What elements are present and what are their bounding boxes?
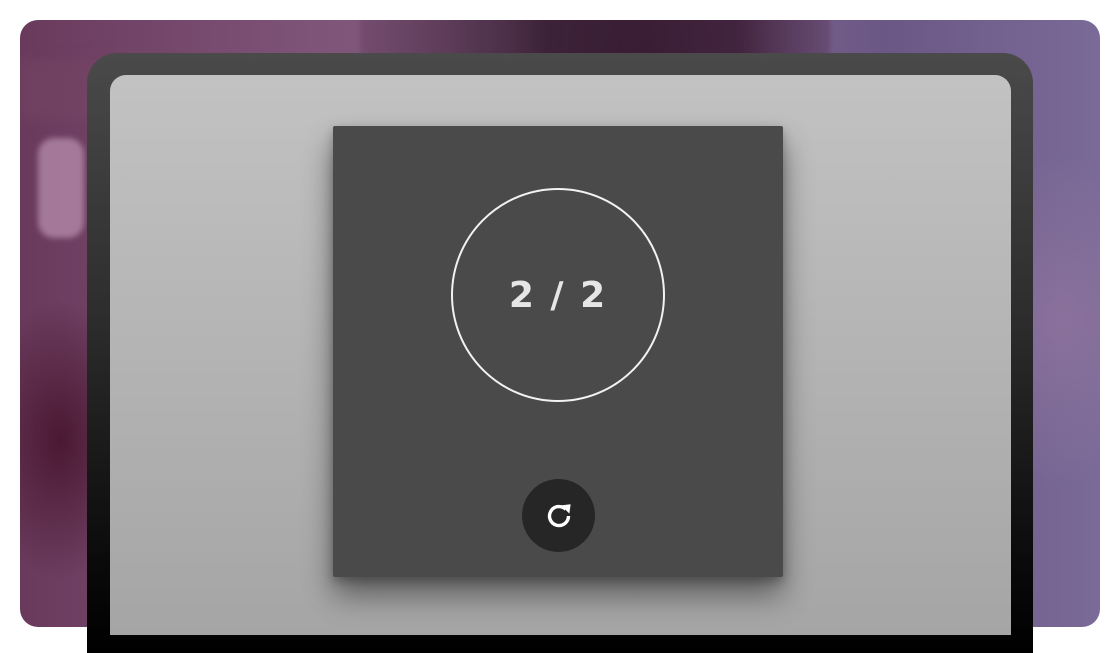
- background-blur-shape: [38, 138, 84, 238]
- progress-counter-text: 2 / 2: [508, 274, 608, 316]
- reload-icon: [542, 499, 576, 533]
- reload-button[interactable]: [522, 479, 595, 552]
- player-card: 2 / 2: [333, 126, 783, 577]
- progress-counter-ring: 2 / 2: [451, 188, 665, 402]
